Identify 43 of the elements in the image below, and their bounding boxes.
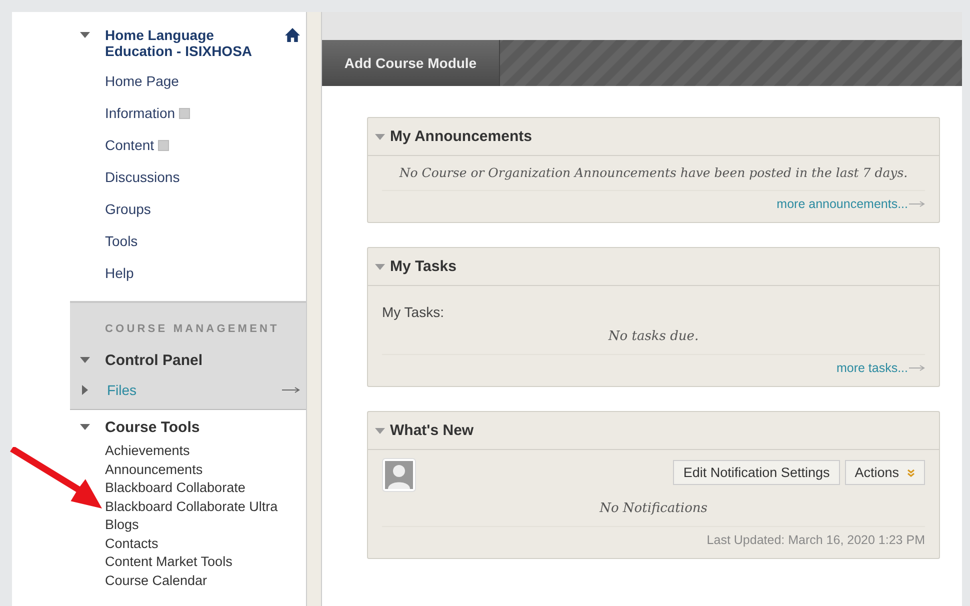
course-menu-link[interactable]: Content	[105, 137, 154, 153]
avatar-silhouette-icon	[382, 458, 416, 492]
collapse-triangle-icon[interactable]	[80, 424, 90, 430]
collapse-triangle-icon[interactable]	[80, 32, 90, 38]
course-menu-link[interactable]: Tools	[105, 233, 138, 249]
add-course-module-button[interactable]: Add Course Module	[322, 40, 500, 86]
course-tool-link[interactable]: Course Calendar	[105, 572, 306, 590]
course-tool-link[interactable]: Achievements	[105, 442, 306, 460]
empty-message: No tasks due.	[382, 320, 925, 355]
arrow-icon	[909, 201, 925, 207]
last-updated-text: Last Updated: March 16, 2020 1:23 PM	[706, 533, 925, 547]
double-chevron-icon	[907, 468, 915, 476]
home-icon[interactable]	[285, 28, 300, 42]
section-heading: COURSE MANAGEMENT	[104, 323, 280, 335]
module-title: My Announcements	[390, 128, 532, 145]
course-tool-link[interactable]: Announcements	[105, 460, 306, 479]
edit-notification-settings-button[interactable]: Edit Notification Settings	[673, 460, 840, 485]
course-menu-link[interactable]: Home Page	[105, 73, 179, 89]
empty-message: No Course or Organization Announcements have been posted in the last 7 days.	[382, 156, 925, 191]
expand-triangle-icon[interactable]	[82, 385, 88, 395]
collapse-triangle-icon[interactable]	[375, 264, 385, 270]
course-tools-link[interactable]: Course Tools	[105, 418, 200, 436]
course-menu-link[interactable]: Information	[105, 105, 176, 121]
course-menu-link[interactable]: Discussions	[105, 169, 180, 185]
module-title: My Tasks	[390, 258, 456, 275]
collapse-triangle-icon[interactable]	[375, 134, 385, 140]
arrow-icon[interactable]	[282, 387, 300, 393]
empty-message: No Notifications	[382, 492, 925, 527]
course-menu-link[interactable]: Help	[105, 265, 134, 281]
expand-triangle-icon[interactable]	[80, 357, 90, 363]
control-panel-link[interactable]: Control Panel	[105, 352, 203, 368]
course-title-link[interactable]: Home Language Education - ISIXHOSA	[105, 27, 275, 59]
course-tool-link[interactable]: Blackboard Collaborate	[105, 479, 306, 498]
course-tool-link[interactable]: Blackboard Collaborate Ultra	[105, 498, 306, 516]
arrow-icon	[909, 365, 925, 371]
course-menu-link[interactable]: Groups	[105, 201, 151, 217]
tasks-label: My Tasks:	[382, 303, 445, 320]
actions-button[interactable]: Actions	[844, 460, 925, 485]
course-tool-link[interactable]: Content Market Tools	[105, 553, 306, 572]
course-tool-link[interactable]: Contacts	[105, 534, 306, 553]
module-title: What's New	[390, 422, 474, 439]
collapse-triangle-icon[interactable]	[375, 428, 385, 434]
course-tool-link[interactable]: Blogs	[105, 516, 306, 534]
